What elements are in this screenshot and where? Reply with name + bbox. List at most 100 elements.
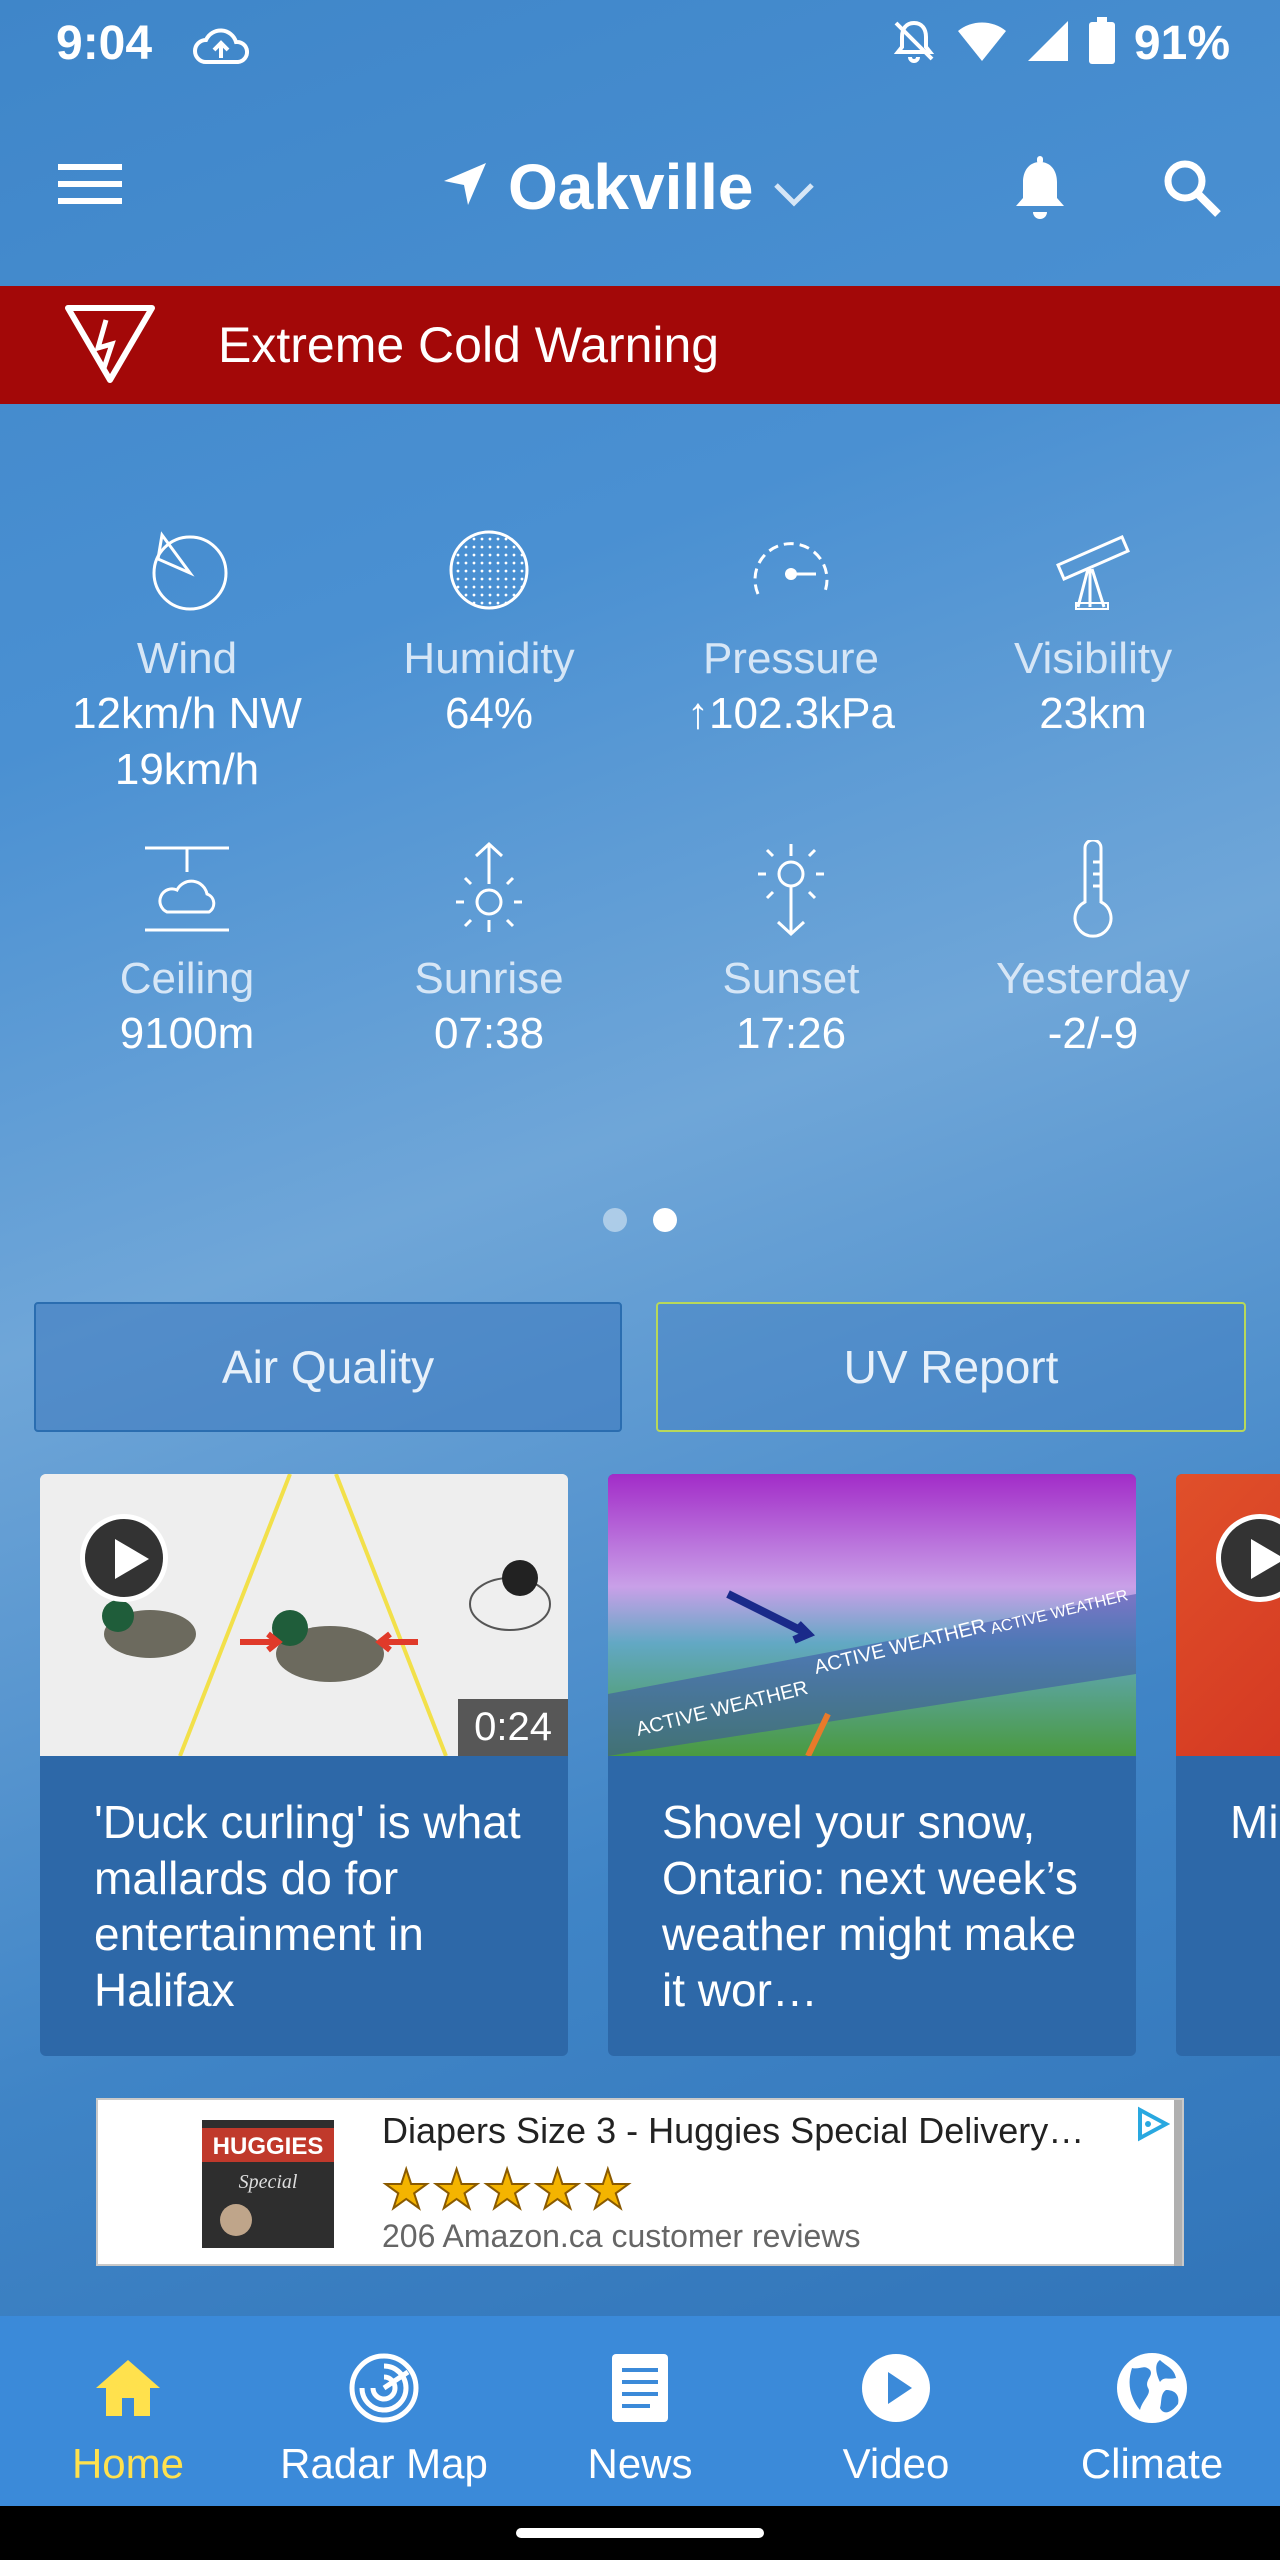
page-dot-2[interactable] bbox=[653, 1208, 677, 1232]
weather-alert-banner[interactable]: Extreme Cold Warning bbox=[0, 286, 1280, 404]
condition-ceiling: Ceiling 9100m bbox=[36, 840, 338, 1140]
location-name: Oakville bbox=[508, 151, 754, 223]
ad-title[interactable]: Diapers Size 3 - Huggies Special Deliver… bbox=[382, 2110, 1084, 2152]
humidity-icon bbox=[338, 520, 640, 620]
sunset-value: 17:26 bbox=[735, 1009, 847, 1058]
advertisement[interactable]: HUGGIES Special Diapers Size 3 - Huggies… bbox=[96, 2098, 1184, 2266]
sunset-icon bbox=[640, 840, 942, 940]
ad-scrollbar bbox=[1174, 2100, 1182, 2266]
notifications-off-icon bbox=[890, 17, 938, 70]
nav-climate-label: Climate bbox=[1080, 2440, 1224, 2487]
battery-icon bbox=[1088, 17, 1116, 70]
nav-news[interactable]: News bbox=[512, 2316, 768, 2506]
condition-humidity: Humidity 64% bbox=[338, 520, 640, 840]
news-carousel[interactable]: 0:24 'Duck curling' is what mallards do … bbox=[0, 1474, 1280, 2058]
nav-news-label: News bbox=[587, 2440, 693, 2487]
play-video-icon[interactable] bbox=[80, 1514, 168, 1602]
thermometer-icon bbox=[942, 840, 1244, 940]
status-icons: 91% bbox=[890, 16, 1230, 71]
home-icon bbox=[92, 2346, 164, 2430]
pressure-value-row: ↑102.3kPa bbox=[640, 686, 942, 742]
condition-visibility: Visibility 23km bbox=[942, 520, 1244, 840]
current-conditions: Wind 12km/h NW 19km/h Humidity 64% Press… bbox=[0, 520, 1280, 1140]
bottom-navigation: Home Radar Map News Video Climate bbox=[0, 2316, 1280, 2506]
page-dot-1[interactable] bbox=[603, 1208, 627, 1232]
page-indicator bbox=[0, 1208, 1280, 1232]
signal-icon bbox=[1026, 19, 1070, 68]
humidity-label: Humidity bbox=[403, 634, 575, 683]
card-thumbnail bbox=[1176, 1474, 1280, 1756]
battery-percent: 91% bbox=[1133, 17, 1230, 70]
wind-value: 12km/h NW bbox=[72, 689, 302, 738]
radar-icon bbox=[348, 2346, 420, 2430]
wind-icon bbox=[36, 520, 338, 620]
condition-sunrise: Sunrise 07:38 bbox=[338, 840, 640, 1140]
globe-icon bbox=[1114, 2346, 1190, 2430]
wifi-icon bbox=[956, 19, 1008, 68]
wind-gust-value: 19km/h bbox=[114, 745, 260, 794]
yesterday-label: Yesterday bbox=[995, 954, 1191, 1003]
wind-label: Wind bbox=[136, 634, 238, 683]
nav-home[interactable]: Home bbox=[0, 2316, 256, 2506]
pressure-label: Pressure bbox=[702, 634, 880, 683]
visibility-value: 23km bbox=[1039, 689, 1147, 738]
air-quality-button[interactable]: Air Quality bbox=[34, 1302, 622, 1432]
pressure-gauge-icon bbox=[640, 520, 942, 620]
play-video-icon[interactable] bbox=[1216, 1514, 1280, 1602]
card-title: Mi im po bo bbox=[1230, 1796, 1280, 1848]
news-card[interactable]: Mi im po bo bbox=[1176, 1474, 1280, 2056]
nav-video[interactable]: Video bbox=[768, 2316, 1024, 2506]
cloud-ceiling-icon bbox=[36, 840, 338, 940]
card-thumbnail: 0:24 bbox=[40, 1474, 568, 1756]
cloud-upload-icon bbox=[192, 24, 250, 73]
sunrise-label: Sunrise bbox=[414, 954, 564, 1003]
rising-arrow-icon: ↑ bbox=[687, 689, 710, 738]
ad-brand: HUGGIES bbox=[213, 2133, 324, 2160]
system-gesture-area bbox=[0, 2506, 1280, 2560]
chevron-down-icon bbox=[772, 150, 816, 224]
location-selector[interactable]: Oakville bbox=[440, 150, 816, 224]
video-duration: 0:24 bbox=[458, 1699, 568, 1756]
humidity-value: 64% bbox=[444, 689, 534, 738]
nav-climate[interactable]: Climate bbox=[1024, 2316, 1280, 2506]
condition-pressure: Pressure ↑102.3kPa bbox=[640, 520, 942, 840]
condition-wind: Wind 12km/h NW 19km/h bbox=[36, 520, 338, 840]
sunrise-icon bbox=[338, 840, 640, 940]
ceiling-label: Ceiling bbox=[119, 954, 255, 1003]
ad-product-image: HUGGIES Special bbox=[202, 2120, 334, 2248]
ceiling-value: 9100m bbox=[119, 1009, 255, 1058]
gesture-handle[interactable] bbox=[516, 2528, 764, 2538]
menu-button[interactable] bbox=[56, 160, 136, 220]
ad-rating-stars: ★★★★★ bbox=[381, 2159, 635, 2221]
sunset-label: Sunset bbox=[722, 954, 860, 1003]
notifications-button[interactable] bbox=[1010, 156, 1070, 229]
status-time: 9:04 bbox=[56, 17, 153, 70]
nav-home-label: Home bbox=[71, 2440, 185, 2487]
ad-choices-icon[interactable] bbox=[1134, 2106, 1171, 2147]
nav-radar-map[interactable]: Radar Map bbox=[256, 2316, 512, 2506]
news-card[interactable]: ACTIVE WEATHER ACTIVE WEATHER ACTIVE WEA… bbox=[608, 1474, 1136, 2056]
location-arrow-icon bbox=[440, 150, 490, 224]
card-title: 'Duck curling' is what mallards do for e… bbox=[94, 1796, 521, 2016]
uv-report-button[interactable]: UV Report bbox=[656, 1302, 1246, 1432]
news-card[interactable]: 0:24 'Duck curling' is what mallards do … bbox=[40, 1474, 568, 2056]
yesterday-value: -2/-9 bbox=[1047, 1009, 1139, 1058]
video-play-icon bbox=[860, 2346, 932, 2430]
card-thumbnail: ACTIVE WEATHER ACTIVE WEATHER ACTIVE WEA… bbox=[608, 1474, 1136, 1756]
nav-radar-map-label: Radar Map bbox=[280, 2440, 488, 2487]
search-button[interactable] bbox=[1160, 156, 1224, 225]
status-bar: 9:04 91% bbox=[0, 0, 1280, 90]
condition-yesterday: Yesterday -2/-9 bbox=[942, 840, 1244, 1140]
app-header: Oakville bbox=[0, 120, 1280, 250]
pressure-value: 102.3kPa bbox=[709, 689, 895, 738]
alert-triangle-icon bbox=[62, 300, 158, 391]
sunrise-value: 07:38 bbox=[433, 1009, 545, 1058]
nav-video-label: Video bbox=[842, 2440, 950, 2487]
telescope-icon bbox=[942, 520, 1244, 620]
news-icon bbox=[610, 2346, 670, 2430]
condition-sunset: Sunset 17:26 bbox=[640, 840, 942, 1140]
visibility-label: Visibility bbox=[1013, 634, 1173, 683]
card-title: Shovel your snow, Ontario: next week’s w… bbox=[662, 1796, 1078, 2016]
ad-reviews: 206 Amazon.ca customer reviews bbox=[382, 2218, 861, 2254]
ad-brand-sub: Special bbox=[239, 2171, 298, 2193]
